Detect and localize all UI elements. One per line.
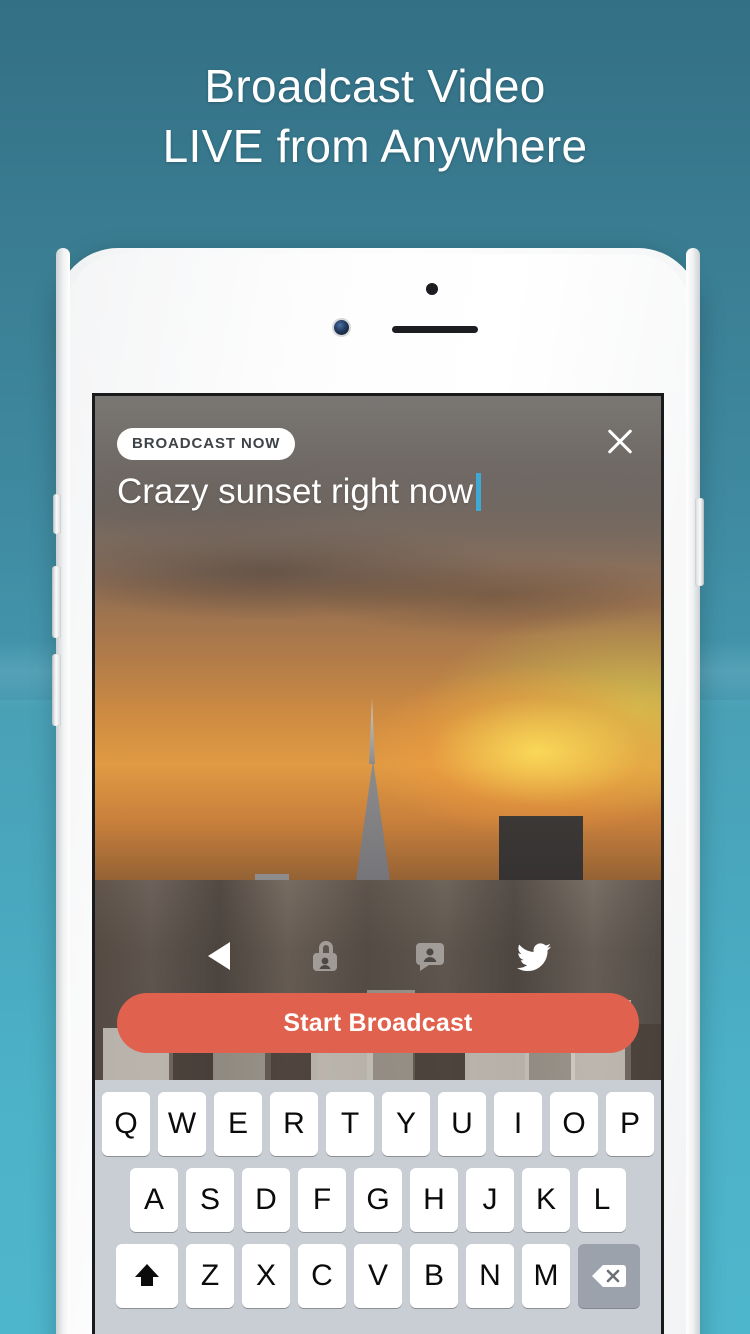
- phone-screen: BROADCAST NOW Crazy sunset right now Sta…: [95, 396, 661, 1334]
- power-button[interactable]: [695, 498, 704, 586]
- key-s[interactable]: S: [186, 1168, 234, 1232]
- headline-line-1: Broadcast Video: [204, 60, 546, 112]
- lock-icon[interactable]: [303, 933, 349, 979]
- proximity-sensor: [426, 283, 438, 295]
- text-caret: [475, 473, 481, 511]
- key-l[interactable]: L: [578, 1168, 626, 1232]
- broadcast-title-input[interactable]: Crazy sunset right now: [117, 470, 621, 514]
- front-camera-icon: [334, 320, 349, 335]
- key-y[interactable]: Y: [382, 1092, 430, 1156]
- key-n[interactable]: N: [466, 1244, 514, 1308]
- key-v[interactable]: V: [354, 1244, 402, 1308]
- broadcast-title-value: Crazy sunset right now: [117, 472, 473, 511]
- keyboard-row-3: ZXCVBNM: [95, 1244, 661, 1308]
- status-badge: BROADCAST NOW: [117, 428, 296, 460]
- key-e[interactable]: E: [214, 1092, 262, 1156]
- pyramid-spire: [369, 698, 375, 764]
- earpiece-speaker: [392, 326, 478, 333]
- start-broadcast-button[interactable]: Start Broadcast: [117, 993, 639, 1053]
- key-i[interactable]: I: [494, 1092, 542, 1156]
- key-j[interactable]: J: [466, 1168, 514, 1232]
- key-g[interactable]: G: [354, 1168, 402, 1232]
- key-q[interactable]: Q: [102, 1092, 150, 1156]
- key-b[interactable]: B: [410, 1244, 458, 1308]
- key-f[interactable]: F: [298, 1168, 346, 1232]
- delete-key[interactable]: [578, 1244, 640, 1308]
- close-icon[interactable]: [597, 418, 643, 464]
- location-icon[interactable]: [199, 933, 245, 979]
- key-r[interactable]: R: [270, 1092, 318, 1156]
- broadcast-options: [95, 926, 661, 986]
- volume-up-button[interactable]: [52, 566, 61, 638]
- key-o[interactable]: O: [550, 1092, 598, 1156]
- keyboard-row-1: QWERTYUIOP: [95, 1092, 661, 1156]
- onscreen-keyboard: QWERTYUIOP ASDFGHJKL ZXCVBNM: [95, 1080, 661, 1334]
- phone-edge-left: [56, 248, 70, 1334]
- phone-mockup: BROADCAST NOW Crazy sunset right now Sta…: [52, 248, 704, 1334]
- key-z[interactable]: Z: [186, 1244, 234, 1308]
- volume-down-button[interactable]: [52, 654, 61, 726]
- key-x[interactable]: X: [242, 1244, 290, 1308]
- headline-line-2: LIVE from Anywhere: [162, 120, 588, 172]
- silent-switch[interactable]: [53, 494, 61, 534]
- twitter-icon[interactable]: [511, 933, 557, 979]
- key-k[interactable]: K: [522, 1168, 570, 1232]
- phone-edge-right: [686, 248, 700, 1334]
- camera-preview: BROADCAST NOW Crazy sunset right now Sta…: [95, 396, 661, 1080]
- key-w[interactable]: W: [158, 1092, 206, 1156]
- key-t[interactable]: T: [326, 1092, 374, 1156]
- key-c[interactable]: C: [298, 1244, 346, 1308]
- chat-icon[interactable]: [407, 933, 453, 979]
- key-p[interactable]: P: [606, 1092, 654, 1156]
- key-m[interactable]: M: [522, 1244, 570, 1308]
- key-h[interactable]: H: [410, 1168, 458, 1232]
- shift-key[interactable]: [116, 1244, 178, 1308]
- keyboard-row-2: ASDFGHJKL: [95, 1168, 661, 1232]
- key-a[interactable]: A: [130, 1168, 178, 1232]
- page-title: Broadcast Video LIVE from Anywhere: [0, 56, 750, 176]
- key-u[interactable]: U: [438, 1092, 486, 1156]
- key-d[interactable]: D: [242, 1168, 290, 1232]
